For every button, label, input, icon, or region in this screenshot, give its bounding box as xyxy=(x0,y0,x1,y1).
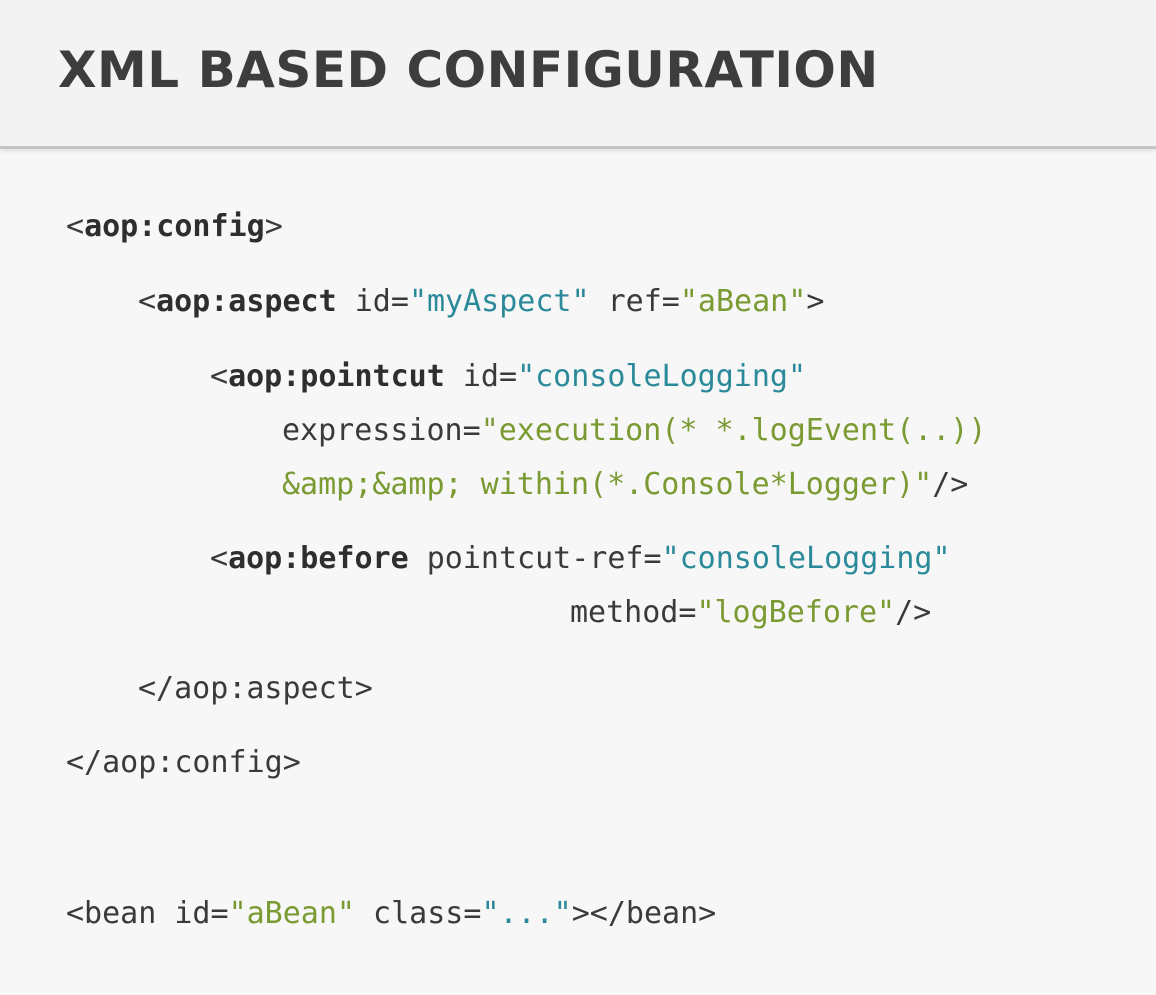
code-line-aop-config-open: <aop:config> xyxy=(66,207,283,247)
code-value: "consoleLogging" xyxy=(517,359,807,394)
code-value: "..." xyxy=(481,896,572,931)
code-attr: ref= xyxy=(589,284,680,319)
code-line-aop-before: <aop:before pointcut-ref="consoleLogging… xyxy=(210,539,951,579)
code-line-aop-pointcut: <aop:pointcut id="consoleLogging" xyxy=(210,357,806,397)
code-token: < xyxy=(210,541,229,576)
code-value: "aBean" xyxy=(679,284,807,319)
code-token: /> xyxy=(895,595,932,630)
code-token: < xyxy=(66,209,85,244)
code-tag: aop:pointcut xyxy=(228,359,445,394)
code-token: > xyxy=(264,209,283,244)
code-attr: id= xyxy=(156,896,229,931)
code-token: ></bean> xyxy=(571,896,717,931)
code-attr: class= xyxy=(355,896,482,931)
code-tag: aop:aspect xyxy=(156,284,337,319)
code-attr: id= xyxy=(336,284,409,319)
code-attr: pointcut-ref= xyxy=(408,541,662,576)
title-bar: XML BASED CONFIGURATION xyxy=(0,0,1156,149)
code-line-bean: <bean id="aBean" class="..."></bean> xyxy=(66,894,716,934)
code-line-aop-aspect-close: </aop:aspect> xyxy=(138,669,373,709)
slide-title: XML BASED CONFIGURATION xyxy=(58,41,879,99)
code-value: "myAspect" xyxy=(408,284,590,319)
code-value: "execution(* *.logEvent(..)) xyxy=(480,413,987,448)
code-line-expression-cont: &amp;&amp; within(*.Console*Logger)"/> xyxy=(282,465,968,505)
code-value: "logBefore" xyxy=(696,595,896,630)
code-token: < xyxy=(210,359,229,394)
code-value: "consoleLogging" xyxy=(661,541,951,576)
code-token: </aop:config> xyxy=(66,745,301,780)
code-tag: aop:config xyxy=(84,209,265,244)
code-tag: aop:before xyxy=(228,541,409,576)
code-attr: expression= xyxy=(282,413,481,448)
code-line-expression: expression="execution(* *.logEvent(..)) xyxy=(282,411,986,451)
slide: XML BASED CONFIGURATION <aop:config> <ao… xyxy=(0,0,1156,995)
code-line-aop-aspect-open: <aop:aspect id="myAspect" ref="aBean"> xyxy=(138,282,824,322)
code-token: > xyxy=(806,284,825,319)
code-attr: id= xyxy=(444,359,518,394)
code-token: /> xyxy=(932,467,969,502)
code-token: <bean xyxy=(66,896,157,931)
code-attr: method= xyxy=(570,595,697,630)
code-value: "aBean" xyxy=(228,896,355,931)
code-line-method: method="logBefore"/> xyxy=(570,593,931,633)
code-line-aop-config-close: </aop:config> xyxy=(66,743,301,783)
code-token: < xyxy=(138,284,157,319)
code-value: &amp;&amp; within(*.Console*Logger)" xyxy=(282,467,933,502)
code-token: </aop:aspect> xyxy=(138,671,373,706)
